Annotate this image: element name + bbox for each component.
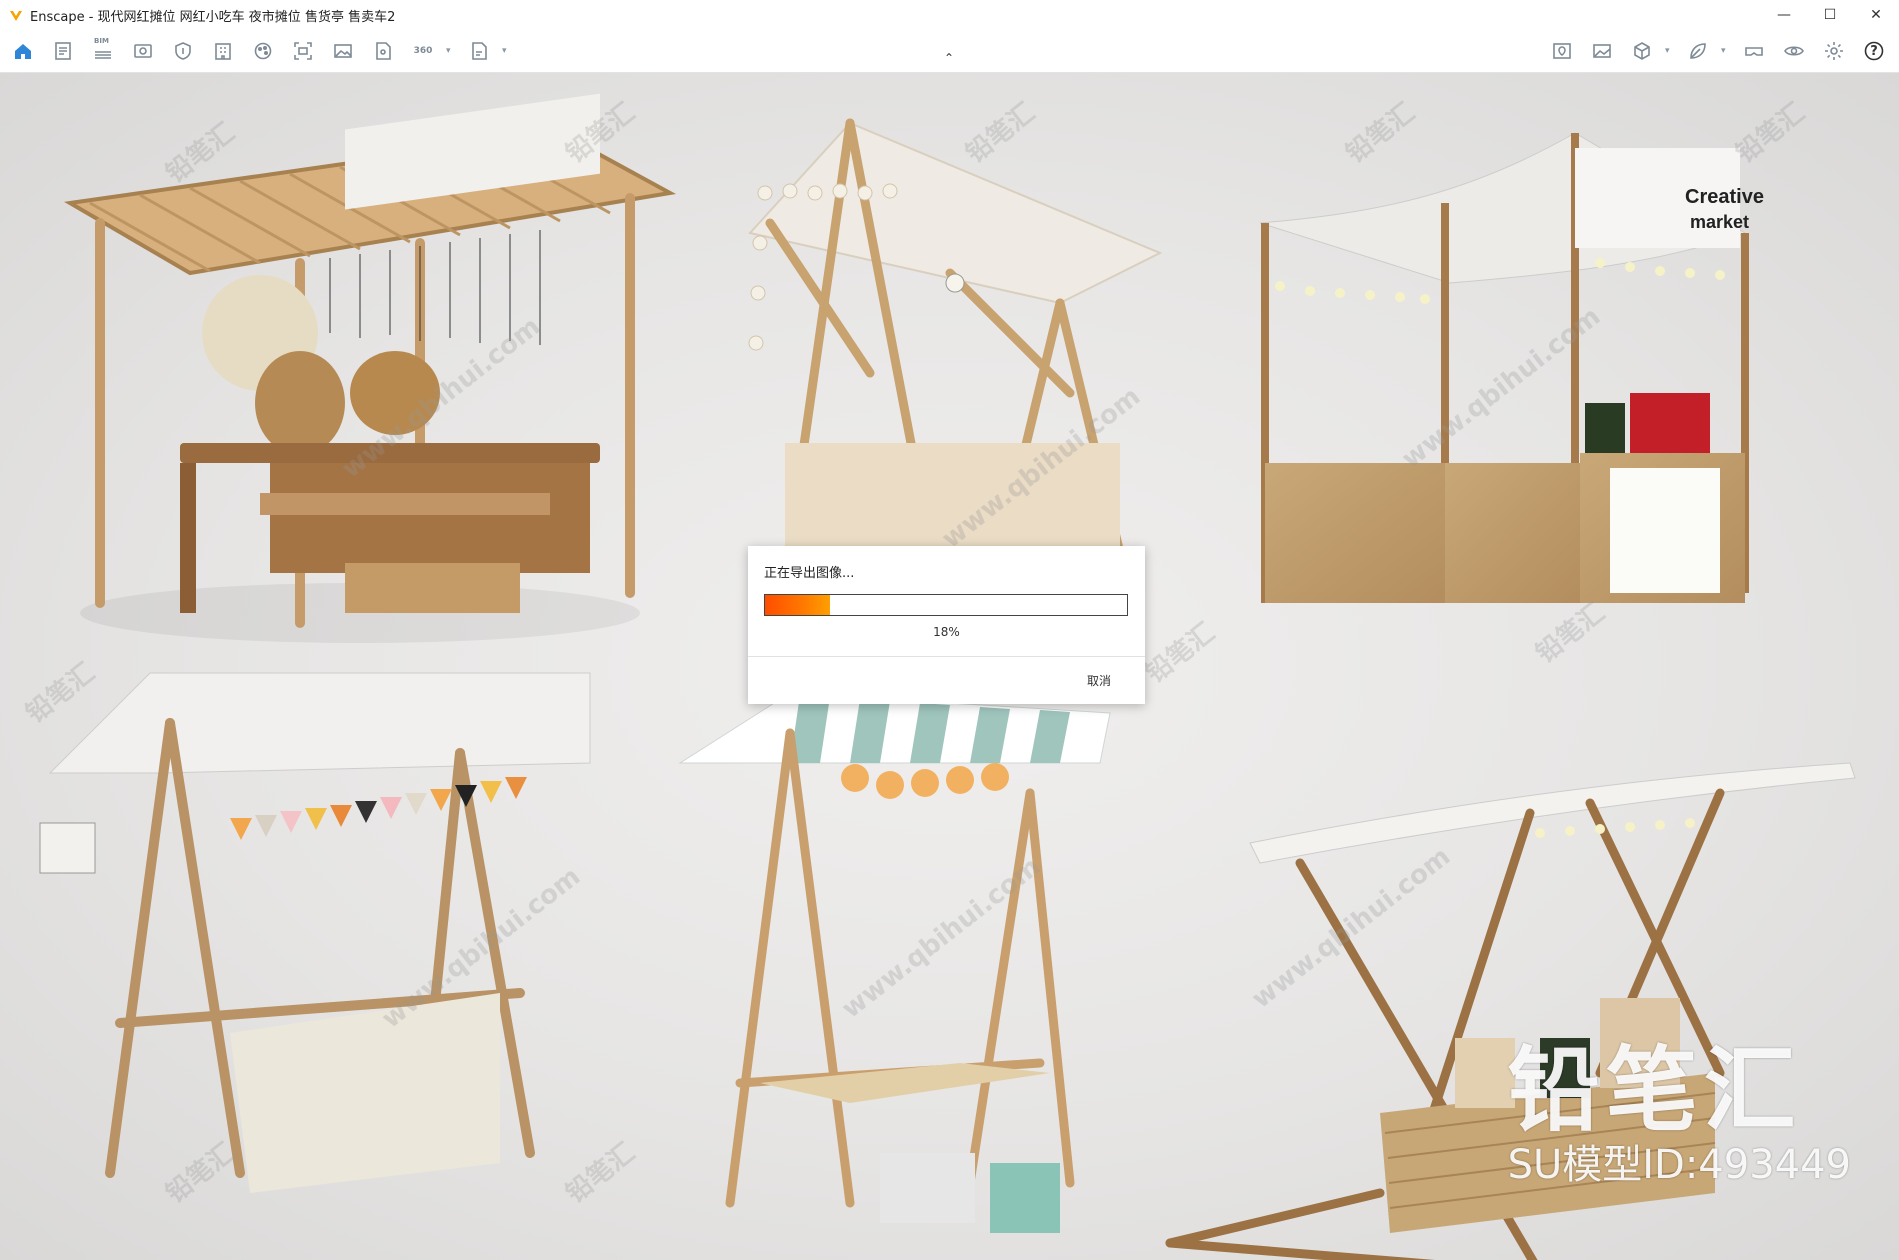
window-title: Enscape - 现代网红摊位 网红小吃车 夜市摊位 售货亭 售卖车2 xyxy=(30,9,396,25)
aframe-light-stall xyxy=(748,118,1163,558)
export-dialog: 正在导出图像... 18% 取消 xyxy=(748,546,1145,704)
dialog-divider xyxy=(748,656,1145,657)
chevron-down-icon[interactable]: ▾ xyxy=(502,46,512,56)
palette-icon[interactable] xyxy=(246,34,280,68)
leaf-icon[interactable] xyxy=(1681,34,1715,68)
export-icon[interactable] xyxy=(462,34,496,68)
image-icon[interactable] xyxy=(326,34,360,68)
bim-label: BIM xyxy=(94,37,109,45)
pano-label: 360 xyxy=(413,46,433,56)
toolbar-right-group: ▾ ▾ ? xyxy=(1545,34,1891,68)
bamboo-stall xyxy=(64,93,677,643)
building-icon[interactable] xyxy=(206,34,240,68)
chevron-down-icon[interactable]: ▾ xyxy=(1665,46,1675,56)
svg-text:Creative: Creative xyxy=(1685,186,1764,208)
toolbar-left-group: BIM 360 ▾ ▾ xyxy=(6,34,512,68)
cube-icon[interactable] xyxy=(1625,34,1659,68)
chevron-down-icon[interactable]: ▾ xyxy=(1721,46,1731,56)
file-icon[interactable] xyxy=(366,34,400,68)
view-icon[interactable] xyxy=(126,34,160,68)
dialog-title: 正在导出图像... xyxy=(764,566,855,581)
brand-name: 铅笔汇 xyxy=(1507,1037,1802,1144)
picture-icon[interactable] xyxy=(1585,34,1619,68)
map-pin-icon[interactable] xyxy=(1545,34,1579,68)
svg-text:market: market xyxy=(1690,212,1749,232)
export-progress-bar xyxy=(764,594,1128,616)
creative-market-stall: Creative market xyxy=(1259,132,1764,603)
capture-icon[interactable] xyxy=(286,34,320,68)
close-button[interactable]: ✕ xyxy=(1853,0,1899,30)
striped-awning-stall xyxy=(678,692,1111,1233)
window-controls: — ☐ ✕ xyxy=(1761,0,1899,30)
document-icon[interactable] xyxy=(46,34,80,68)
progress-percent: 18% xyxy=(933,625,960,639)
enscape-window: Enscape - 现代网红摊位 网红小吃车 夜市摊位 售货亭 售卖车2 — ☐… xyxy=(0,0,1899,1260)
help-icon[interactable]: ? xyxy=(1857,34,1891,68)
bim-icon[interactable]: BIM xyxy=(86,34,120,68)
help-glyph: ? xyxy=(1870,43,1878,59)
maximize-button[interactable]: ☐ xyxy=(1807,0,1853,30)
settings-icon[interactable] xyxy=(1817,34,1851,68)
enscape-logo-icon xyxy=(8,7,24,23)
title-bar: Enscape - 现代网红摊位 网红小吃车 夜市摊位 售货亭 售卖车2 — ☐… xyxy=(0,0,1899,30)
eye-icon[interactable] xyxy=(1777,34,1811,68)
progress-fill xyxy=(765,595,831,615)
vr-headset-icon[interactable] xyxy=(1737,34,1771,68)
shield-icon[interactable] xyxy=(166,34,200,68)
brand-watermark: 铅笔汇 SU模型ID:493449 xyxy=(1507,1037,1851,1188)
chevron-down-icon[interactable]: ▾ xyxy=(446,46,456,56)
minimize-button[interactable]: — xyxy=(1761,0,1807,30)
collapse-toolbar-icon[interactable]: ⌃ xyxy=(938,50,960,66)
bunting-stall xyxy=(39,672,591,1193)
panorama-360-icon[interactable]: 360 xyxy=(406,34,440,68)
model-id: SU模型ID:493449 xyxy=(1507,1142,1851,1188)
cancel-button[interactable]: 取消 xyxy=(1071,668,1127,692)
home-icon[interactable] xyxy=(6,34,40,68)
